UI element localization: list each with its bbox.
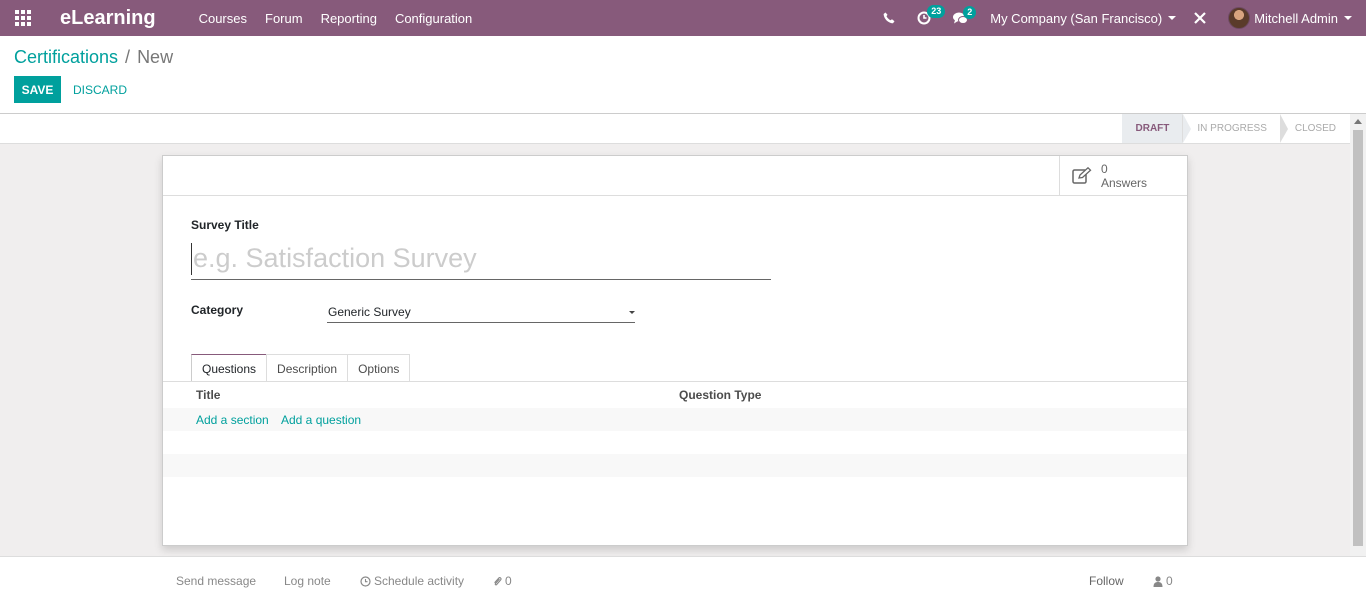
top-navbar: eLearning Courses Forum Reporting Config… [0, 0, 1366, 36]
category-select[interactable]: Generic Survey [327, 301, 635, 323]
add-section-link[interactable]: Add a section [196, 413, 269, 427]
send-message-button[interactable]: Send message [176, 574, 256, 588]
list-item [163, 454, 1187, 477]
form-tabs: Questions Description Options [191, 354, 411, 382]
phone-icon[interactable] [883, 12, 895, 24]
stage-in-progress[interactable]: IN PROGRESS [1182, 114, 1280, 143]
messages-icon[interactable]: 2 [953, 5, 977, 25]
answers-stat-button[interactable]: 0 Answers [1059, 156, 1187, 196]
company-switcher[interactable]: My Company (San Francisco) [990, 10, 1177, 26]
menu-courses[interactable]: Courses [199, 11, 247, 26]
log-note-button[interactable]: Log note [284, 574, 331, 588]
list-item [163, 477, 1187, 500]
column-title[interactable]: Title [196, 388, 220, 402]
column-question-type[interactable]: Question Type [679, 388, 761, 402]
survey-title-placeholder: e.g. Satisfaction Survey [193, 243, 477, 273]
apps-menu-icon[interactable] [0, 0, 46, 36]
breadcrumb-current: New [137, 47, 174, 67]
paperclip-icon [494, 576, 502, 585]
survey-title-input[interactable]: e.g. Satisfaction Survey [191, 238, 771, 280]
control-panel: Certifications / New SAVE DISCARD [0, 36, 1366, 114]
company-name: My Company (San Francisco) [990, 10, 1163, 26]
chatter: Send message Log note Schedule activity … [0, 556, 1366, 606]
button-box: 0 Answers [163, 156, 1187, 196]
schedule-activity-label: Schedule activity [374, 574, 465, 588]
questions-list-header: Title Question Type [163, 382, 1187, 408]
breadcrumb-separator: / [125, 47, 131, 67]
discard-button[interactable]: DISCARD [73, 76, 127, 103]
stage-selector: DRAFT IN PROGRESS CLOSED [1121, 114, 1350, 143]
category-label: Category [191, 303, 244, 317]
save-button[interactable]: SAVE [14, 76, 61, 103]
user-name: Mitchell Admin [1254, 10, 1338, 26]
scroll-thumb[interactable] [1353, 130, 1363, 546]
stage-draft[interactable]: DRAFT [1121, 114, 1192, 143]
answers-count: 0 [1101, 162, 1108, 176]
user-menu[interactable]: Mitchell Admin [1228, 7, 1352, 29]
breadcrumb-certifications[interactable]: Certifications [14, 47, 118, 68]
form-sheet: 0 Answers Survey Title e.g. Satisfaction… [162, 155, 1188, 546]
follow-button[interactable]: Follow [1089, 574, 1124, 588]
message-count-badge: 2 [963, 5, 977, 19]
list-item [163, 431, 1187, 454]
tab-description[interactable]: Description [266, 354, 349, 382]
tab-questions[interactable]: Questions [191, 354, 268, 382]
schedule-activity-button[interactable]: Schedule activity [360, 574, 464, 588]
edit-icon [1072, 167, 1092, 184]
avatar [1228, 7, 1251, 29]
followers-button[interactable]: 0 [1153, 574, 1173, 588]
followers-count: 0 [1166, 574, 1173, 588]
app-brand[interactable]: eLearning [60, 7, 156, 30]
clock-icon [360, 575, 371, 587]
attachments-button[interactable]: 0 [493, 574, 512, 588]
debug-tools-icon[interactable] [1194, 12, 1206, 24]
chevron-down-icon [1344, 16, 1352, 20]
stage-closed[interactable]: CLOSED [1279, 114, 1350, 143]
page-scrollbar[interactable] [1350, 114, 1366, 556]
chevron-down-icon [629, 311, 635, 314]
user-icon [1153, 575, 1163, 587]
breadcrumb: Certifications / New [14, 47, 173, 68]
text-cursor [191, 242, 192, 275]
survey-title-label: Survey Title [191, 218, 259, 232]
attachments-count: 0 [505, 574, 512, 588]
status-bar: DRAFT IN PROGRESS CLOSED [0, 114, 1350, 144]
menu-forum[interactable]: Forum [265, 11, 303, 26]
category-value: Generic Survey [328, 304, 411, 319]
tab-options[interactable]: Options [347, 354, 411, 382]
list-item: Add a section Add a question [163, 408, 1187, 431]
menu-configuration[interactable]: Configuration [395, 11, 472, 26]
menu-reporting[interactable]: Reporting [321, 11, 377, 26]
chevron-down-icon [1168, 16, 1177, 20]
activity-count-badge: 23 [927, 5, 946, 18]
activity-clock-icon[interactable]: 23 [917, 5, 946, 25]
answers-label: Answers [1101, 176, 1148, 190]
add-question-link[interactable]: Add a question [281, 413, 361, 427]
scroll-up-arrow-icon[interactable] [1354, 119, 1362, 124]
